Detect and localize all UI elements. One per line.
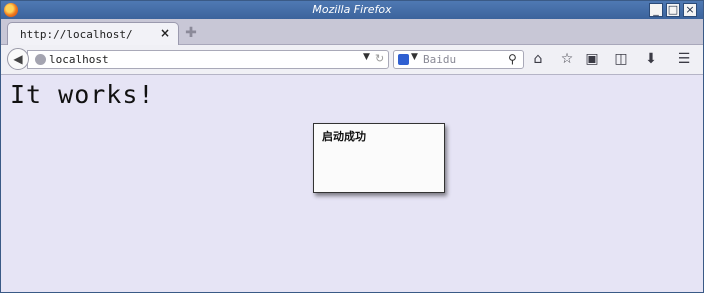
maximize-button[interactable]: □ xyxy=(666,3,680,17)
new-tab-plus-icon[interactable]: ✚ xyxy=(184,26,198,40)
search-engine-paw-icon[interactable] xyxy=(398,54,409,65)
browser-window: Mozilla Firefox _ □ × http://localhost/ … xyxy=(0,0,704,293)
url-history-dropdown-icon[interactable]: ▼ xyxy=(363,52,370,62)
clipboard-icon[interactable]: ▣ xyxy=(583,50,601,68)
search-engine-dropdown-icon[interactable]: ▼ xyxy=(411,52,418,62)
alert-popup: 启动成功 xyxy=(313,123,445,193)
hamburger-menu-icon[interactable]: ☰ xyxy=(675,50,693,68)
search-placeholder[interactable]: Baidu xyxy=(423,53,456,66)
search-bar[interactable]: ▼ Baidu ⚲ xyxy=(393,50,524,69)
page-heading: It works! xyxy=(10,80,155,109)
url-text[interactable]: localhost xyxy=(49,53,109,66)
home-icon[interactable]: ⌂ xyxy=(529,50,547,68)
sidebar-icon[interactable]: ◫ xyxy=(612,50,630,68)
popup-message: 启动成功 xyxy=(322,130,366,143)
minimize-button[interactable]: _ xyxy=(649,3,663,17)
close-window-button[interactable]: × xyxy=(683,3,697,17)
binoculars-search-icon[interactable]: ⚲ xyxy=(508,52,517,66)
star-icon[interactable]: ☆ xyxy=(558,50,576,68)
url-bar[interactable]: localhost ▼ ↻ xyxy=(27,50,389,69)
tab-label: http://localhost/ xyxy=(20,28,133,41)
window-title: Mozilla Firefox xyxy=(312,3,392,16)
reload-icon[interactable]: ↻ xyxy=(375,52,384,65)
tab-strip: http://localhost/ × ✚ xyxy=(1,19,703,45)
back-arrow-icon[interactable]: ◀ xyxy=(7,48,29,70)
site-identity-globe-icon[interactable] xyxy=(35,54,46,65)
title-bar[interactable]: Mozilla Firefox _ □ × xyxy=(1,1,703,19)
tab-localhost[interactable]: http://localhost/ × xyxy=(7,22,179,45)
navigation-toolbar: localhost ▼ ↻ ◀ ▼ Baidu ⚲ ⌂ ☆ ▣ ◫ ⬇ ☰ xyxy=(1,45,703,75)
close-tab-icon[interactable]: × xyxy=(160,26,170,40)
page-content: It works! 启动成功 xyxy=(1,75,703,292)
download-icon[interactable]: ⬇ xyxy=(642,50,660,68)
